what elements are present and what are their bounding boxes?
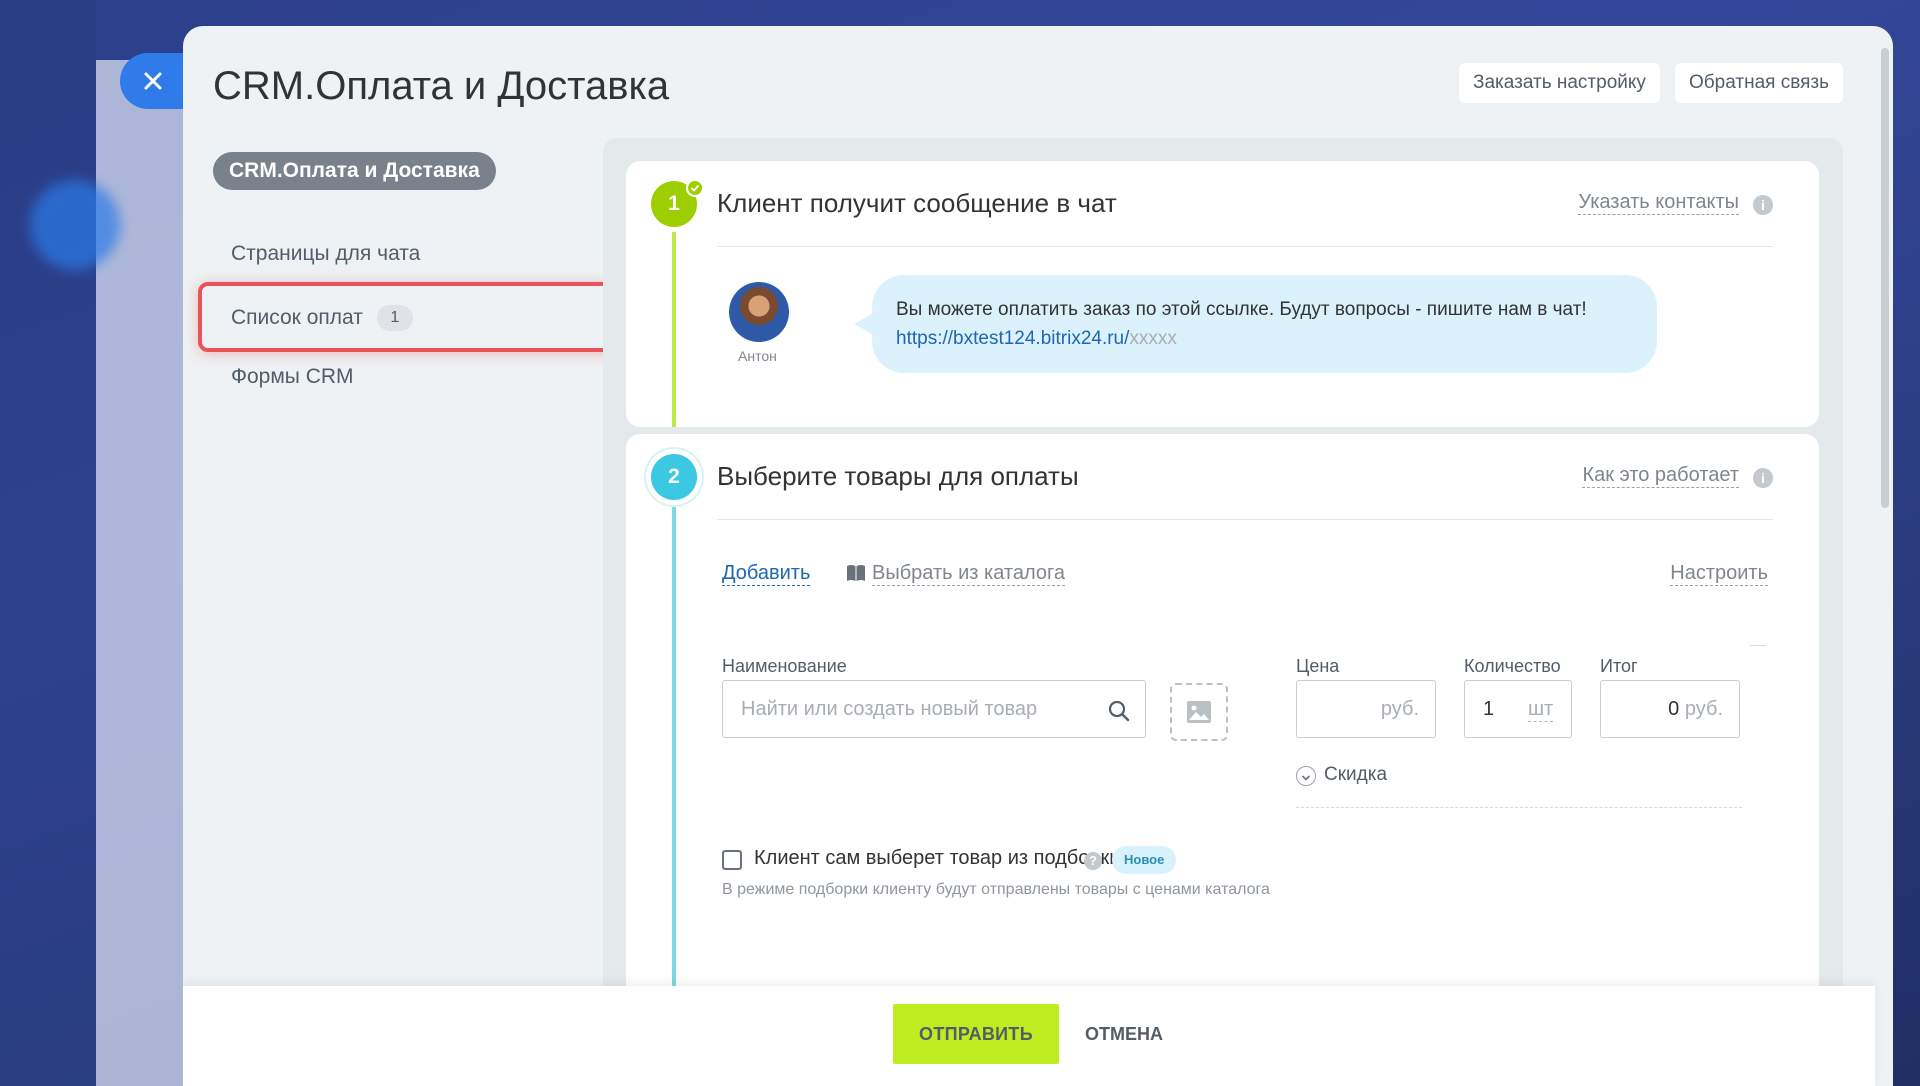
client-choice-label[interactable]: Клиент сам выберет товар из подборки <box>754 847 1120 870</box>
step-1-line <box>672 201 676 427</box>
close-icon <box>144 72 162 90</box>
quantity-input[interactable]: 1 шт <box>1464 680 1572 738</box>
footer-bar: ОТПРАВИТЬ ОТМЕНА <box>183 986 1875 1086</box>
page-title: CRM.Оплата и Доставка <box>213 64 670 108</box>
highlight-frame <box>198 282 623 352</box>
author-name: Антон <box>738 348 777 364</box>
discount-toggle[interactable]: Скидка <box>1296 764 1387 786</box>
product-search-input[interactable]: Найти или создать новый товар <box>722 680 1146 738</box>
product-image-upload[interactable] <box>1170 683 1228 741</box>
info-icon[interactable]: i <box>1753 468 1773 488</box>
new-badge: Новое <box>1112 846 1177 874</box>
total-unit: руб. <box>1684 698 1723 720</box>
send-button[interactable]: ОТПРАВИТЬ <box>893 1004 1059 1064</box>
add-product-link[interactable]: Добавить <box>722 562 811 586</box>
payment-link-mask: xxxxx <box>1129 328 1177 349</box>
image-icon <box>1187 701 1211 723</box>
menu-item-active[interactable]: CRM.Оплата и Доставка <box>213 152 496 190</box>
left-menu: CRM.Оплата и Доставка Страницы для чата … <box>198 152 623 388</box>
question-icon[interactable]: ? <box>1084 852 1102 870</box>
divider <box>1296 807 1742 808</box>
price-label: Цена <box>1296 656 1340 676</box>
quantity-value: 1 <box>1483 698 1495 720</box>
select-from-catalog-link[interactable]: Выбрать из каталога <box>872 562 1065 586</box>
menu-item-crm-forms[interactable]: Формы CRM <box>231 365 354 389</box>
background-app-strip <box>0 0 96 1086</box>
product-search-placeholder: Найти или создать новый товар <box>741 698 1038 720</box>
step-1-title: Клиент получит сообщение в чат <box>717 188 1117 218</box>
configure-link[interactable]: Настроить <box>1670 562 1768 586</box>
feedback-button[interactable]: Обратная связь <box>1675 63 1843 103</box>
how-it-works-link[interactable]: Как это работает <box>1582 464 1739 488</box>
chevron-down-icon <box>1296 766 1316 786</box>
step-1-card: 1 Клиент получит сообщение в чат Указать… <box>626 161 1819 427</box>
menu-item-chat-pages[interactable]: Страницы для чата <box>231 242 420 266</box>
close-slider-button[interactable] <box>120 53 190 109</box>
bubble-tail <box>854 313 874 335</box>
total-field: 0 руб. <box>1600 680 1740 738</box>
client-choice-checkbox[interactable] <box>722 850 742 870</box>
scrollbar[interactable] <box>1881 48 1889 508</box>
price-unit: руб. <box>1380 698 1419 720</box>
total-label: Итог <box>1600 656 1638 676</box>
menu-item-label: Страницы для чата <box>231 242 421 265</box>
info-icon[interactable]: i <box>1753 195 1773 215</box>
check-icon <box>686 179 704 197</box>
selection-hint: В режиме подборки клиенту будут отправле… <box>722 881 1270 898</box>
chat-message-bubble: Вы можете оплатить заказ по этой ссылке.… <box>872 275 1657 373</box>
divider <box>717 246 1773 247</box>
discount-label: Скидка <box>1324 764 1388 785</box>
step-2-number: 2 <box>651 454 697 500</box>
background-blob <box>30 180 120 270</box>
menu-item-label: Формы CRM <box>231 365 354 388</box>
price-input[interactable]: руб. <box>1296 680 1436 738</box>
cancel-button[interactable]: ОТМЕНА <box>1085 1004 1163 1064</box>
content-area: 1 Клиент получит сообщение в чат Указать… <box>603 138 1843 1086</box>
step-2-title: Выберите товары для оплаты <box>717 461 1079 491</box>
slider-panel: CRM.Оплата и Доставка Заказать настройку… <box>183 26 1893 1086</box>
name-label: Наименование <box>722 656 847 676</box>
book-icon <box>847 565 865 581</box>
specify-contacts-link[interactable]: Указать контакты <box>1578 191 1739 215</box>
divider <box>1750 645 1766 646</box>
quantity-unit-select[interactable]: шт <box>1528 697 1554 722</box>
avatar <box>729 282 789 342</box>
divider <box>717 519 1773 520</box>
search-icon[interactable] <box>1107 699 1131 723</box>
order-setup-button[interactable]: Заказать настройку <box>1459 63 1660 103</box>
payment-link[interactable]: https://bxtest124.bitrix24.ru/ <box>896 328 1129 349</box>
total-value: 0 <box>1668 698 1680 720</box>
message-text: Вы можете оплатить заказ по этой ссылке.… <box>896 299 1587 320</box>
quantity-label: Количество <box>1464 656 1561 676</box>
